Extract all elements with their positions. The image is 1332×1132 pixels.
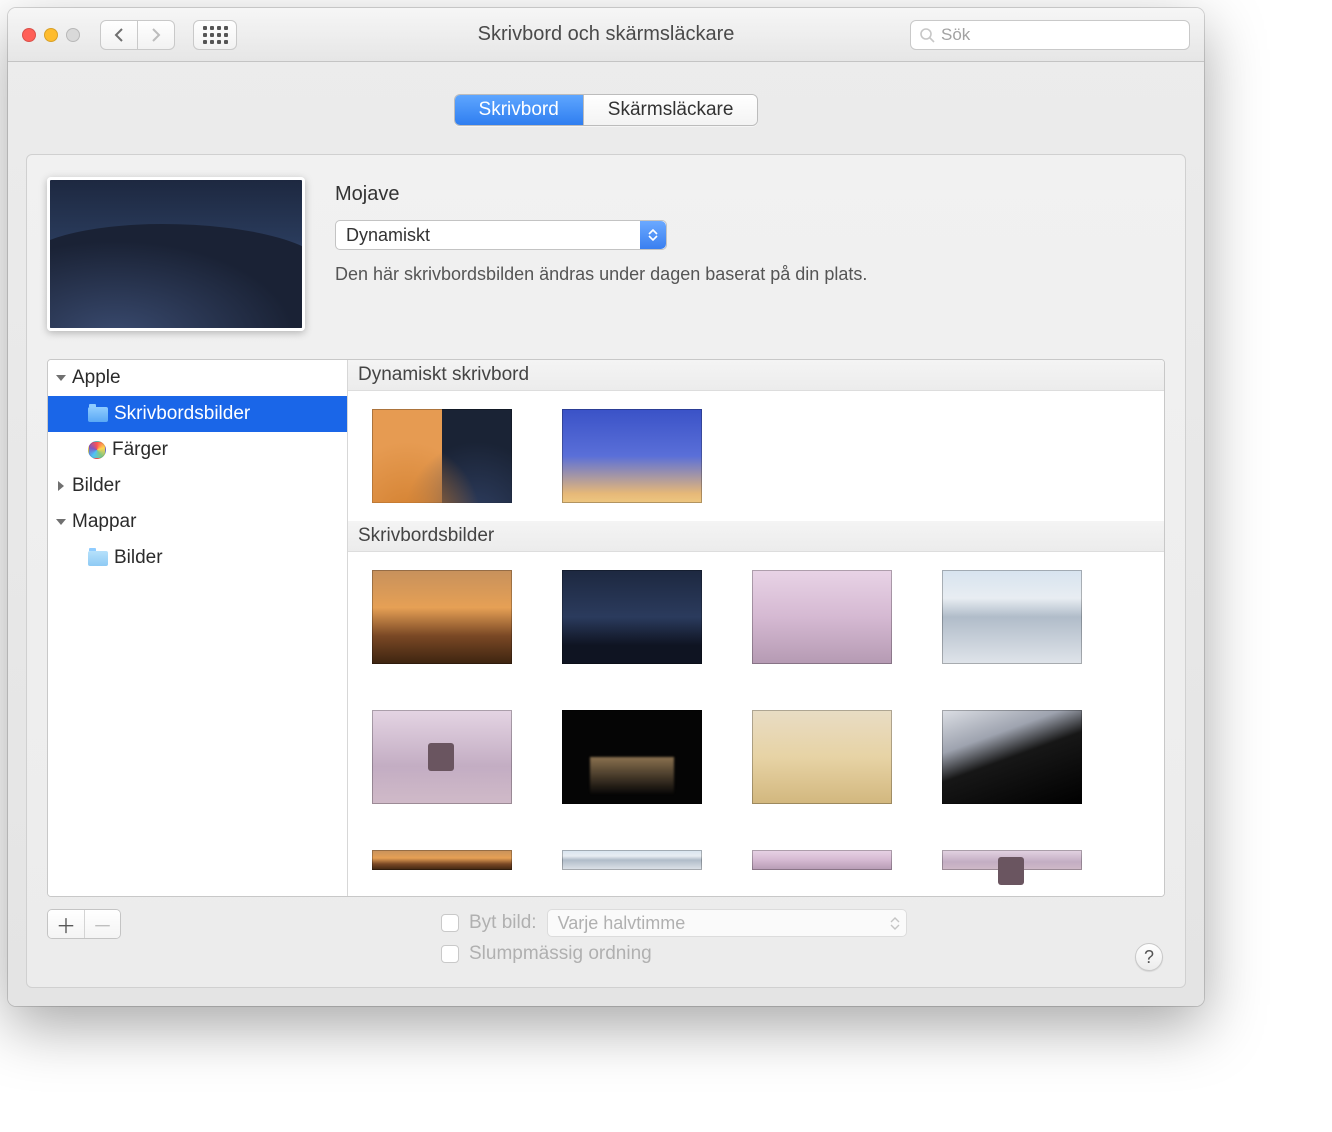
split-view: Apple Skrivbordsbilder Färger Bilder <box>47 359 1165 897</box>
sidebar-item-label: Skrivbordsbilder <box>114 403 250 425</box>
tab-desktop[interactable]: Skrivbord <box>455 95 583 125</box>
wallpaper-thumbnail[interactable] <box>562 850 702 870</box>
folder-icon <box>88 551 108 566</box>
wallpaper-thumbnail[interactable] <box>372 570 512 664</box>
mode-description: Den här skrivbordsbilden ändras under da… <box>335 264 1165 285</box>
appearance-mode-value: Dynamiskt <box>346 225 430 246</box>
sidebar-item-colors[interactable]: Färger <box>48 432 347 468</box>
disclosure-triangle-icon <box>58 481 64 491</box>
wallpaper-thumbnail[interactable] <box>372 710 512 804</box>
select-stepper-icon <box>890 917 900 930</box>
sidebar-item-desktop-pictures[interactable]: Skrivbordsbilder <box>48 396 347 432</box>
sidebar-item-apple[interactable]: Apple <box>48 360 347 396</box>
grid-icon <box>203 26 228 44</box>
folder-icon <box>88 407 108 422</box>
add-folder-button[interactable]: ＋ <box>48 910 84 938</box>
window-controls <box>22 28 80 42</box>
change-picture-label: Byt bild: <box>469 912 537 934</box>
gallery-section-header: Skrivbordsbilder <box>348 521 1164 552</box>
wallpaper-thumbnail[interactable] <box>942 570 1082 664</box>
sidebar-item-folders[interactable]: Mappar <box>48 504 347 540</box>
tab-bar: Skrivbord Skärmsläckare <box>26 94 1186 126</box>
search-field[interactable]: Sök <box>910 20 1190 50</box>
wallpaper-thumbnail[interactable] <box>562 570 702 664</box>
wallpaper-thumbnail[interactable] <box>752 710 892 804</box>
select-stepper-icon <box>640 221 666 249</box>
rotation-options: Byt bild: Varje halvtimme Slumpmässig or… <box>441 909 907 971</box>
back-button[interactable] <box>100 20 138 50</box>
chevron-left-icon <box>113 28 125 42</box>
color-wheel-icon <box>88 441 106 459</box>
sidebar-item-label: Färger <box>112 439 168 461</box>
minimize-window-button[interactable] <box>44 28 58 42</box>
bottom-controls: ＋ － Byt bild: Varje halvtimme <box>47 909 1165 971</box>
random-order-label: Slumpmässig ordning <box>469 943 652 965</box>
current-wallpaper-preview <box>47 177 305 331</box>
preview-row: Mojave Dynamiskt Den här skrivbordsbilde… <box>47 177 1165 331</box>
titlebar: Skrivbord och skärmsläckare Sök <box>8 8 1204 62</box>
wallpaper-thumbnail[interactable] <box>562 409 702 503</box>
sidebar-item-label: Apple <box>72 367 121 389</box>
preferences-window: Skrivbord och skärmsläckare Sök Skrivbor… <box>8 8 1204 1006</box>
forward-button[interactable] <box>137 20 175 50</box>
sidebar-item-pictures[interactable]: Bilder <box>48 468 347 504</box>
search-icon <box>919 27 935 43</box>
help-label: ? <box>1144 947 1154 968</box>
preview-info: Mojave Dynamiskt Den här skrivbordsbilde… <box>335 177 1165 331</box>
source-list[interactable]: Apple Skrivbordsbilder Färger Bilder <box>48 360 348 896</box>
close-window-button[interactable] <box>22 28 36 42</box>
remove-folder-button[interactable]: － <box>84 910 120 938</box>
chevron-right-icon <box>150 28 162 42</box>
change-interval-value: Varje halvtimme <box>558 913 686 934</box>
appearance-mode-select[interactable]: Dynamiskt <box>335 220 667 250</box>
wallpaper-gallery[interactable]: Dynamiskt skrivbord Skrivbordsbilder <box>348 360 1164 896</box>
disclosure-triangle-icon <box>56 519 66 525</box>
sidebar-item-folder-pictures[interactable]: Bilder <box>48 540 347 576</box>
wallpaper-image <box>50 180 302 328</box>
disclosure-triangle-icon <box>56 375 66 381</box>
wallpaper-thumbnail[interactable] <box>942 850 1082 870</box>
wallpaper-thumbnail[interactable] <box>562 710 702 804</box>
sidebar-item-label: Mappar <box>72 511 136 533</box>
search-placeholder: Sök <box>941 25 970 45</box>
tab-screensaver[interactable]: Skärmsläckare <box>583 95 758 125</box>
nav-buttons <box>100 20 175 50</box>
wallpaper-thumbnail[interactable] <box>752 850 892 870</box>
random-order-checkbox[interactable] <box>441 945 459 963</box>
wallpaper-thumbnail[interactable] <box>372 850 512 870</box>
change-interval-select[interactable]: Varje halvtimme <box>547 909 907 937</box>
wallpaper-thumbnail[interactable] <box>372 409 512 503</box>
show-all-button[interactable] <box>193 20 237 50</box>
body: Skrivbord Skärmsläckare Mojave Dynamiskt <box>8 62 1204 1006</box>
change-picture-checkbox[interactable] <box>441 914 459 932</box>
sidebar-item-label: Bilder <box>114 547 163 569</box>
wallpaper-name: Mojave <box>335 183 1165 206</box>
wallpaper-thumbnail[interactable] <box>752 570 892 664</box>
content-card: Mojave Dynamiskt Den här skrivbordsbilde… <box>26 154 1186 988</box>
gallery-section-header: Dynamiskt skrivbord <box>348 360 1164 391</box>
help-button[interactable]: ? <box>1135 943 1163 971</box>
sidebar-item-label: Bilder <box>72 475 121 497</box>
wallpaper-thumbnail[interactable] <box>942 710 1082 804</box>
add-remove-folder: ＋ － <box>47 909 121 939</box>
zoom-window-button[interactable] <box>66 28 80 42</box>
